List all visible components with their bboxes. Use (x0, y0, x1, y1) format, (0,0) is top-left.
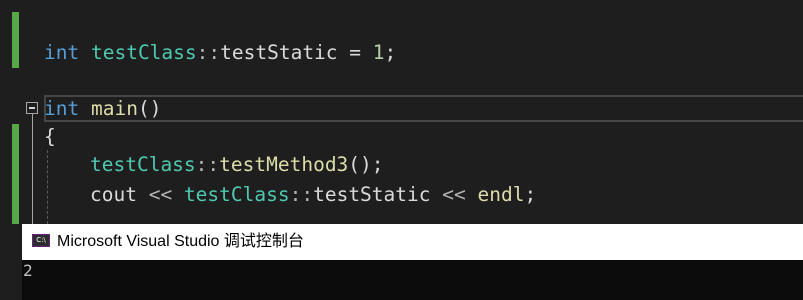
endl-identifier: endl (477, 183, 525, 206)
code-line-main[interactable]: int main() (44, 94, 161, 124)
change-marker (12, 12, 19, 68)
parens: () (348, 153, 372, 176)
static-member: testStatic (313, 183, 431, 206)
stream-operator: << (136, 183, 184, 206)
screen: int testClass::testStatic = 1; int main(… (0, 0, 803, 300)
fold-guide (32, 114, 33, 224)
semicolon: ; (371, 153, 384, 176)
class-name: testClass (90, 153, 196, 176)
code-line-static-init[interactable]: int testClass::testStatic = 1; (44, 38, 396, 68)
keyword-int: int (44, 97, 80, 120)
scope-operator: :: (289, 183, 314, 206)
code-line-cout[interactable]: cout << testClass::testStatic << endl; (90, 180, 536, 210)
assign-operator: = (337, 41, 373, 64)
scope-operator: :: (196, 41, 221, 64)
number-literal: 1 (372, 41, 385, 64)
open-brace: { (44, 125, 56, 148)
console-output-area[interactable]: 2 (22, 260, 803, 300)
class-name: testClass (90, 41, 197, 64)
change-marker (12, 124, 19, 224)
code-editor[interactable]: int testClass::testStatic = 1; int main(… (0, 0, 803, 224)
console-output-text: 2 (23, 261, 33, 280)
scope-operator: :: (195, 153, 220, 176)
class-name: testClass (183, 183, 290, 206)
method-name: testMethod3 (219, 153, 349, 176)
indent-guide (47, 150, 48, 224)
stream-operator: << (430, 183, 478, 206)
parens: () (137, 97, 162, 120)
static-member: testStatic (220, 41, 338, 64)
code-line-call[interactable]: testClass::testMethod3(); (90, 150, 384, 180)
semicolon: ; (384, 41, 397, 64)
function-name: main (90, 97, 138, 120)
cout-identifier: cout (90, 183, 137, 206)
collapse-box-icon[interactable] (26, 102, 38, 114)
semicolon: ; (524, 183, 537, 206)
console-title: Microsoft Visual Studio 调试控制台 (57, 233, 304, 250)
console-app-icon: C:\ (32, 234, 50, 247)
code-line-brace[interactable]: { (44, 122, 56, 152)
console-title-bar[interactable]: C:\ Microsoft Visual Studio 调试控制台 (22, 224, 803, 260)
keyword-int: int (44, 41, 80, 64)
